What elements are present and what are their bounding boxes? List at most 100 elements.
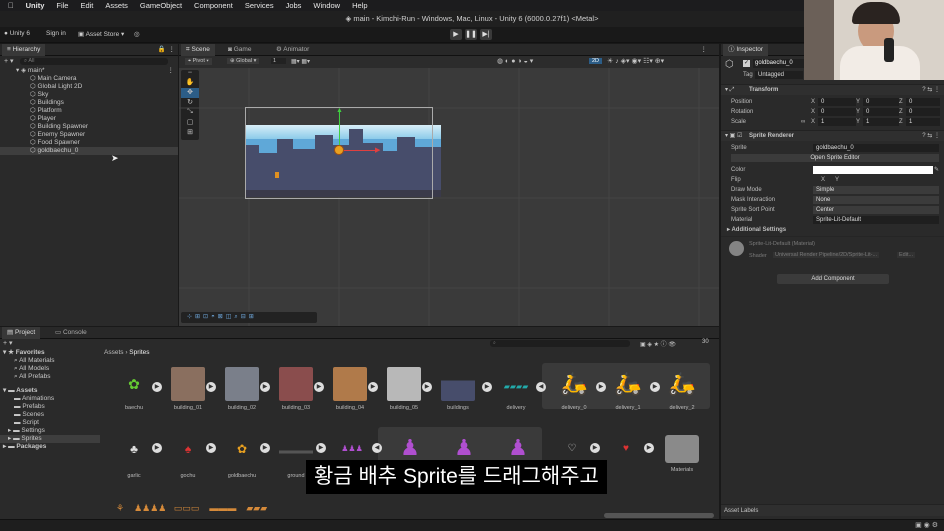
hierarchy-item[interactable]: ⬡ Enemy Spawner [0, 131, 178, 139]
move-gizmo-x-axis[interactable] [339, 150, 377, 151]
sort-point-dropdown[interactable]: Center [813, 206, 939, 214]
folder-item[interactable]: ▸ ▬ Settings [8, 427, 45, 435]
link-icon[interactable]: ∞ [801, 118, 805, 126]
hierarchy-item[interactable]: ⬡ Sky [0, 91, 178, 99]
global-dropdown[interactable]: ⊕ Global ▾ [227, 58, 260, 64]
menu-gameobject[interactable]: GameObject [134, 1, 188, 10]
collapse-icon[interactable]: ◀ [536, 382, 546, 392]
arrow-right-icon[interactable]: ▶ [375, 146, 380, 154]
sprite-renderer-header[interactable]: ▾ ▣ ☑ Sprite Renderer ? ⇆ ⋮ [721, 130, 944, 141]
hierarchy-item[interactable]: ⬡ Player [0, 115, 178, 123]
menu-component[interactable]: Component [188, 1, 239, 10]
menu-unity[interactable]: Unity [20, 1, 51, 10]
scene-row[interactable]: ▾ ◈ main* ⋮ [0, 67, 178, 75]
position-y[interactable]: 0 [863, 98, 899, 106]
status-icons[interactable]: ▣ ◉ ⚙ [915, 521, 938, 529]
expand-icon[interactable]: ▶ [206, 382, 216, 392]
asset-tile[interactable]: Materials [662, 431, 702, 473]
tab-console[interactable]: ▭ Console [50, 327, 92, 339]
render-mode-icons[interactable]: ◍ ◐ ● ◑ ◒ ▾ [497, 57, 533, 65]
folder-item-selected[interactable]: ▸ ▬ Sprites [0, 435, 100, 443]
asset-tile[interactable]: ♥ [606, 435, 646, 473]
sprite-icon[interactable]: ▶ [596, 382, 606, 392]
hierarchy-item[interactable]: ⬡ Food Spawner [0, 139, 178, 147]
play-button[interactable]: ▶ [450, 29, 462, 40]
asset-tile[interactable]: 🛵 delivery_2 [662, 367, 702, 411]
pivot-dropdown[interactable]: ⌖ Pivot ▾ [185, 58, 212, 65]
menu-assets[interactable]: Assets [99, 1, 134, 10]
folder-item[interactable]: ▬ Scenes [14, 411, 44, 419]
tab-game[interactable]: ◙ Game [223, 44, 256, 56]
eyedropper-icon[interactable]: ✎ [934, 166, 939, 174]
expand-icon[interactable]: ▶ [590, 443, 600, 453]
favorites-node[interactable]: ▾ ★ Favorites [3, 349, 45, 357]
active-checkbox[interactable]: ✓ [743, 60, 750, 67]
hierarchy-item[interactable]: ⬡ Building Spawner [0, 123, 178, 131]
scale-y[interactable]: 1 [863, 118, 899, 126]
assets-node[interactable]: ▾ ▬ Assets [3, 387, 37, 395]
asset-tile[interactable]: ♠ gochu [168, 435, 208, 479]
color-field[interactable] [813, 166, 933, 174]
asset-tile[interactable]: 🛵 delivery_1 [608, 367, 648, 411]
expand-icon[interactable]: ▶ [644, 443, 654, 453]
account-dropdown[interactable]: ● Unity 6 [4, 30, 30, 37]
asset-tile[interactable]: buildings [438, 367, 478, 411]
rotation-z[interactable]: 0 [906, 108, 940, 116]
component-menu-icon[interactable]: ? ⇆ ⋮ [922, 85, 940, 95]
rotation-y[interactable]: 0 [863, 108, 899, 116]
signin-button[interactable]: Sign in [46, 30, 66, 37]
scene-menu-icon[interactable]: ⋮ [168, 67, 175, 75]
tab-animator[interactable]: ⚙ Animator [271, 44, 314, 56]
tree-item[interactable]: ⌕ All Models [14, 365, 49, 373]
rotation-x[interactable]: 0 [818, 108, 856, 116]
hierarchy-item[interactable]: ⬡ Platform [0, 107, 178, 115]
menu-window[interactable]: Window [307, 1, 346, 10]
filter-icons[interactable]: ▣ ◈ ★ ⓘ 👁 [640, 339, 676, 348]
menu-services[interactable]: Services [239, 1, 280, 10]
maximize-icon[interactable]: ⋮ [701, 44, 708, 56]
transform-header[interactable]: ▾ ⤢ Transform ? ⇆ ⋮ [721, 84, 944, 95]
menu-jobs[interactable]: Jobs [280, 1, 308, 10]
add-icon[interactable]: + ▾ [4, 57, 14, 65]
hierarchy-item-selected[interactable]: ⬡ goldbaechu_0 [0, 147, 178, 155]
shader-dropdown[interactable]: Universal Render Pipeline/2D/Sprite-Lit-… [773, 252, 880, 258]
tab-hierarchy[interactable]: ≡ Hierarchy [2, 44, 46, 56]
flip-x[interactable]: X [821, 176, 825, 184]
shader-edit-button[interactable]: Edit... [897, 252, 916, 258]
expand-icon[interactable]: ▶ [314, 382, 324, 392]
component-menu-icon[interactable]: ? ⇆ ⋮ [922, 131, 940, 141]
asset-tile[interactable]: building_02 [222, 367, 262, 411]
packages-node[interactable]: ▸ ▬ Packages [3, 443, 46, 451]
expand-icon[interactable]: ▶ [316, 443, 326, 453]
position-z[interactable]: 0 [906, 98, 940, 106]
expand-icon[interactable]: ▶ [152, 382, 162, 392]
toggle-2d-button[interactable]: 2D [589, 58, 603, 64]
arrow-up-icon[interactable]: ▲ [336, 107, 343, 114]
zoom-slider[interactable] [604, 513, 714, 518]
hierarchy-item[interactable]: ⬡ Global Light 2D [0, 83, 178, 91]
sprite-icon[interactable]: ▶ [650, 382, 660, 392]
apple-icon[interactable]:  [0, 1, 20, 10]
expand-icon[interactable]: ▶ [368, 382, 378, 392]
lock-icon[interactable]: 🔒 [158, 44, 166, 56]
folder-item[interactable]: ▬ Prefabs [14, 403, 45, 411]
project-search-input[interactable]: ⌕ [490, 340, 630, 347]
flip-y[interactable]: Y [835, 176, 839, 184]
asset-tile[interactable]: ▰▰▰▰ delivery [496, 367, 536, 411]
hierarchy-item[interactable]: ⬡ Main Camera [0, 75, 178, 83]
grid-size-input[interactable]: 1 [271, 58, 287, 64]
mask-interaction-dropdown[interactable]: None [813, 196, 939, 204]
scale-z[interactable]: 1 [906, 118, 940, 126]
additional-settings-foldout[interactable]: ▸ Additional Settings [727, 226, 786, 234]
step-button[interactable]: ▶| [480, 29, 492, 40]
menu-help[interactable]: Help [346, 1, 373, 10]
draw-mode-dropdown[interactable]: Simple [813, 186, 939, 194]
asset-labels-bar[interactable]: Asset Labels [721, 504, 944, 516]
expand-icon[interactable]: ▶ [260, 382, 270, 392]
hierarchy-search-input[interactable]: ⌕ All [20, 58, 168, 65]
goldbaechu-sprite[interactable] [334, 145, 344, 155]
tag-dropdown[interactable]: Untagged [755, 71, 803, 79]
more-icon[interactable]: ⋮ [169, 44, 176, 56]
menu-edit[interactable]: Edit [74, 1, 99, 10]
tab-project[interactable]: ▤ Project [2, 327, 41, 339]
